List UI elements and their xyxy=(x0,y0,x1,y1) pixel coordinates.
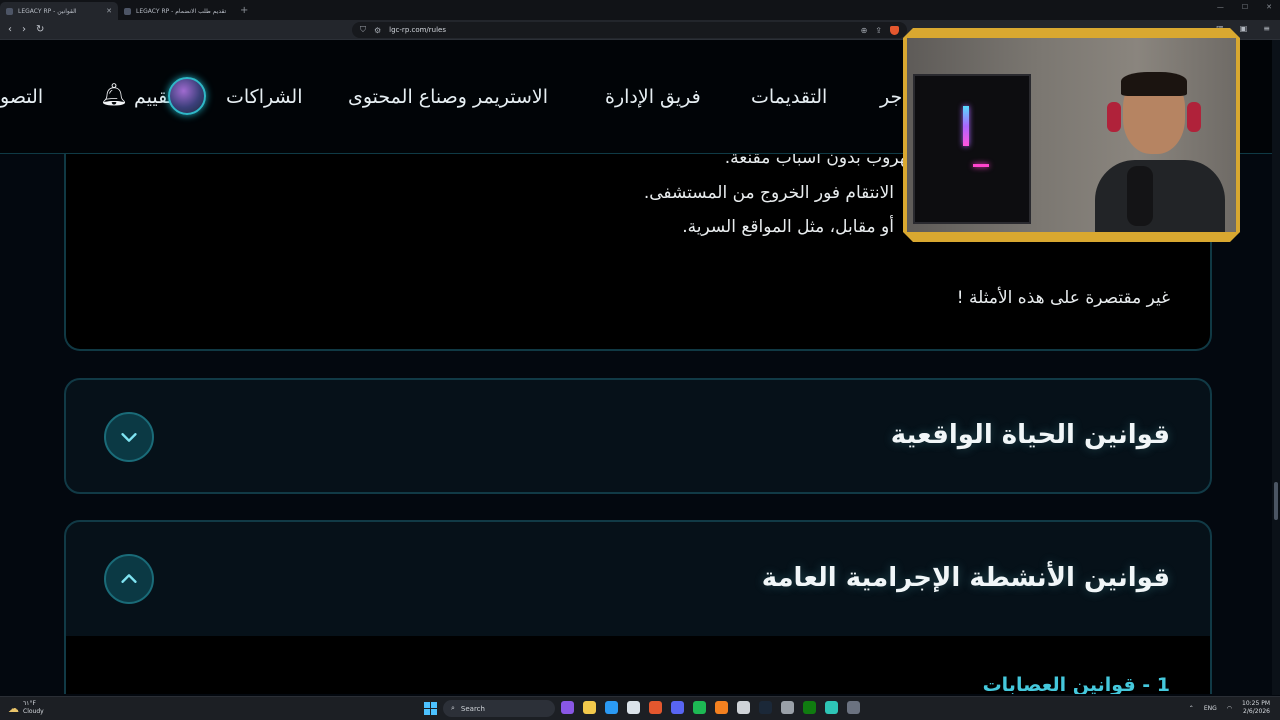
tab-title: LEGACY RP - القوانين xyxy=(18,7,77,15)
expand-toggle-button[interactable] xyxy=(104,412,154,462)
file-explorer-icon[interactable] xyxy=(583,701,596,714)
chevron-down-icon xyxy=(121,433,137,442)
new-tab-button[interactable]: + xyxy=(240,5,248,16)
nav-item-applications[interactable]: التقديمات xyxy=(751,86,827,108)
section-criminal-activity-rules[interactable]: قوانين الأنشطة الإجرامية العامة 1 - قوان… xyxy=(64,520,1212,694)
streamer-hair xyxy=(1121,72,1187,96)
maximize-icon[interactable]: ☐ xyxy=(1242,3,1248,11)
system-tray: ⌃ ENG ◠ 10:25 PM 2/6/2026 xyxy=(1189,700,1270,716)
section-title: قوانين الأنشطة الإجرامية العامة xyxy=(761,563,1170,593)
close-tab-icon[interactable]: ✕ xyxy=(106,7,112,15)
brave-icon[interactable] xyxy=(649,701,662,714)
back-icon[interactable]: ‹ xyxy=(8,24,12,35)
spotify-icon[interactable] xyxy=(693,701,706,714)
nav-item-staff[interactable]: فريق الإدارة xyxy=(605,86,701,108)
app-icon[interactable] xyxy=(825,701,838,714)
steam-icon[interactable] xyxy=(759,701,772,714)
taskbar-apps xyxy=(561,701,860,714)
minimize-icon[interactable]: — xyxy=(1217,3,1224,11)
nav-item-partnerships[interactable]: الشراكات xyxy=(226,86,303,108)
browser-tab-strip: LEGACY RP - القوانين ✕ LEGACY RP - تقديم… xyxy=(0,0,1280,20)
search-icon: ⌕ xyxy=(451,704,455,712)
bell-icon[interactable]: 🔔︎ xyxy=(100,83,128,108)
scroll-thumb[interactable] xyxy=(1274,482,1278,520)
forward-icon[interactable]: › xyxy=(22,24,26,35)
streamer xyxy=(1095,72,1225,232)
settings-gear-icon[interactable] xyxy=(781,701,794,714)
page-scrollbar[interactable] xyxy=(1272,40,1280,695)
weather-widget[interactable]: ☁ ٦١°F Cloudy xyxy=(8,700,44,716)
nav-item-store[interactable]: جر xyxy=(880,86,902,108)
webcam-overlay xyxy=(903,28,1240,242)
wallet-icon[interactable]: ▣ xyxy=(1240,24,1248,33)
section-title: قوانين الحياة الواقعية xyxy=(890,420,1170,450)
microphone xyxy=(1127,166,1153,226)
discord-icon[interactable] xyxy=(671,701,684,714)
wifi-icon[interactable]: ◠ xyxy=(1227,705,1232,712)
reload-icon[interactable]: ↻ xyxy=(36,24,44,35)
streamer-body xyxy=(1095,160,1225,232)
nav-item-streamers[interactable]: الاستريمر وصناع المحتوى xyxy=(348,86,548,108)
clock-time: 10:25 PM xyxy=(1242,700,1270,707)
store-icon[interactable] xyxy=(627,701,640,714)
chevron-up-icon xyxy=(121,574,137,583)
site-info-icon[interactable]: ⚙ xyxy=(374,26,381,35)
url-text[interactable]: lgc-rp.com/rules xyxy=(389,26,446,34)
taskbar-search[interactable]: ⌕ Search xyxy=(443,700,555,717)
avatar[interactable] xyxy=(168,77,206,115)
bookmark-icon[interactable]: ⛉ xyxy=(360,25,366,35)
site-favicon-icon xyxy=(124,7,131,15)
brave-shield-icon[interactable] xyxy=(890,25,899,35)
zoom-icon[interactable]: ⊕ xyxy=(861,26,868,35)
headphone xyxy=(1107,102,1121,132)
rule-line: أو مقابل، مثل المواقع السرية. xyxy=(682,217,894,237)
rule-note: غير مقتصرة على هذه الأمثلة ! xyxy=(956,288,1170,308)
cloud-app-icon[interactable] xyxy=(715,701,728,714)
weather-temp: ٦١°F xyxy=(23,700,36,707)
app-icon[interactable] xyxy=(847,701,860,714)
menu-icon[interactable]: ≡ xyxy=(1263,24,1270,33)
close-window-icon[interactable]: ✕ xyxy=(1266,3,1272,11)
copilot-app-icon[interactable] xyxy=(561,701,574,714)
site-favicon-icon xyxy=(6,7,13,15)
search-label: Search xyxy=(460,704,485,713)
cloud-icon: ☁ xyxy=(8,701,19,715)
address-bar[interactable]: ⛉ ⚙ lgc-rp.com/rules ⊕ ⇪ xyxy=(352,22,907,38)
tab-application[interactable]: LEGACY RP - تقديم طلب الانضمام xyxy=(118,2,236,20)
window-controls: — ☐ ✕ xyxy=(1217,3,1272,11)
rgb-light xyxy=(963,106,969,146)
collapse-toggle-button[interactable] xyxy=(104,554,154,604)
clock[interactable]: 10:25 PM 2/6/2026 xyxy=(1242,700,1270,716)
lang-indicator[interactable]: ENG xyxy=(1204,705,1217,712)
share-icon[interactable]: ⇪ xyxy=(875,26,882,35)
webcam-feed xyxy=(907,38,1236,232)
rgb-light xyxy=(973,164,989,167)
chevron-up-icon[interactable]: ⌃ xyxy=(1189,705,1194,712)
edge-icon[interactable] xyxy=(605,701,618,714)
pc-case xyxy=(913,74,1031,224)
weather-desc: Cloudy xyxy=(23,708,44,715)
section-real-life-rules[interactable]: قوانين الحياة الواقعية xyxy=(64,378,1212,494)
rule-line: الانتقام فور الخروج من المستشفى. xyxy=(643,183,894,203)
headphone xyxy=(1187,102,1201,132)
tab-rules[interactable]: LEGACY RP - القوانين ✕ xyxy=(0,2,118,20)
obs-icon[interactable] xyxy=(737,701,750,714)
windows-taskbar: ☁ ٦١°F Cloudy ⌕ Search ⌃ ENG ◠ 10:25 PM … xyxy=(0,696,1280,720)
tab-title: LEGACY RP - تقديم طلب الانضمام xyxy=(136,7,227,15)
nav-item-gallery[interactable]: التصو xyxy=(0,86,43,108)
xbox-icon[interactable] xyxy=(803,701,816,714)
gang-rules-heading[interactable]: 1 - قوانين العصابات xyxy=(983,674,1170,694)
clock-date: 2/6/2026 xyxy=(1243,708,1270,715)
section-body: 1 - قوانين العصابات xyxy=(66,636,1210,694)
start-button[interactable] xyxy=(424,702,437,715)
